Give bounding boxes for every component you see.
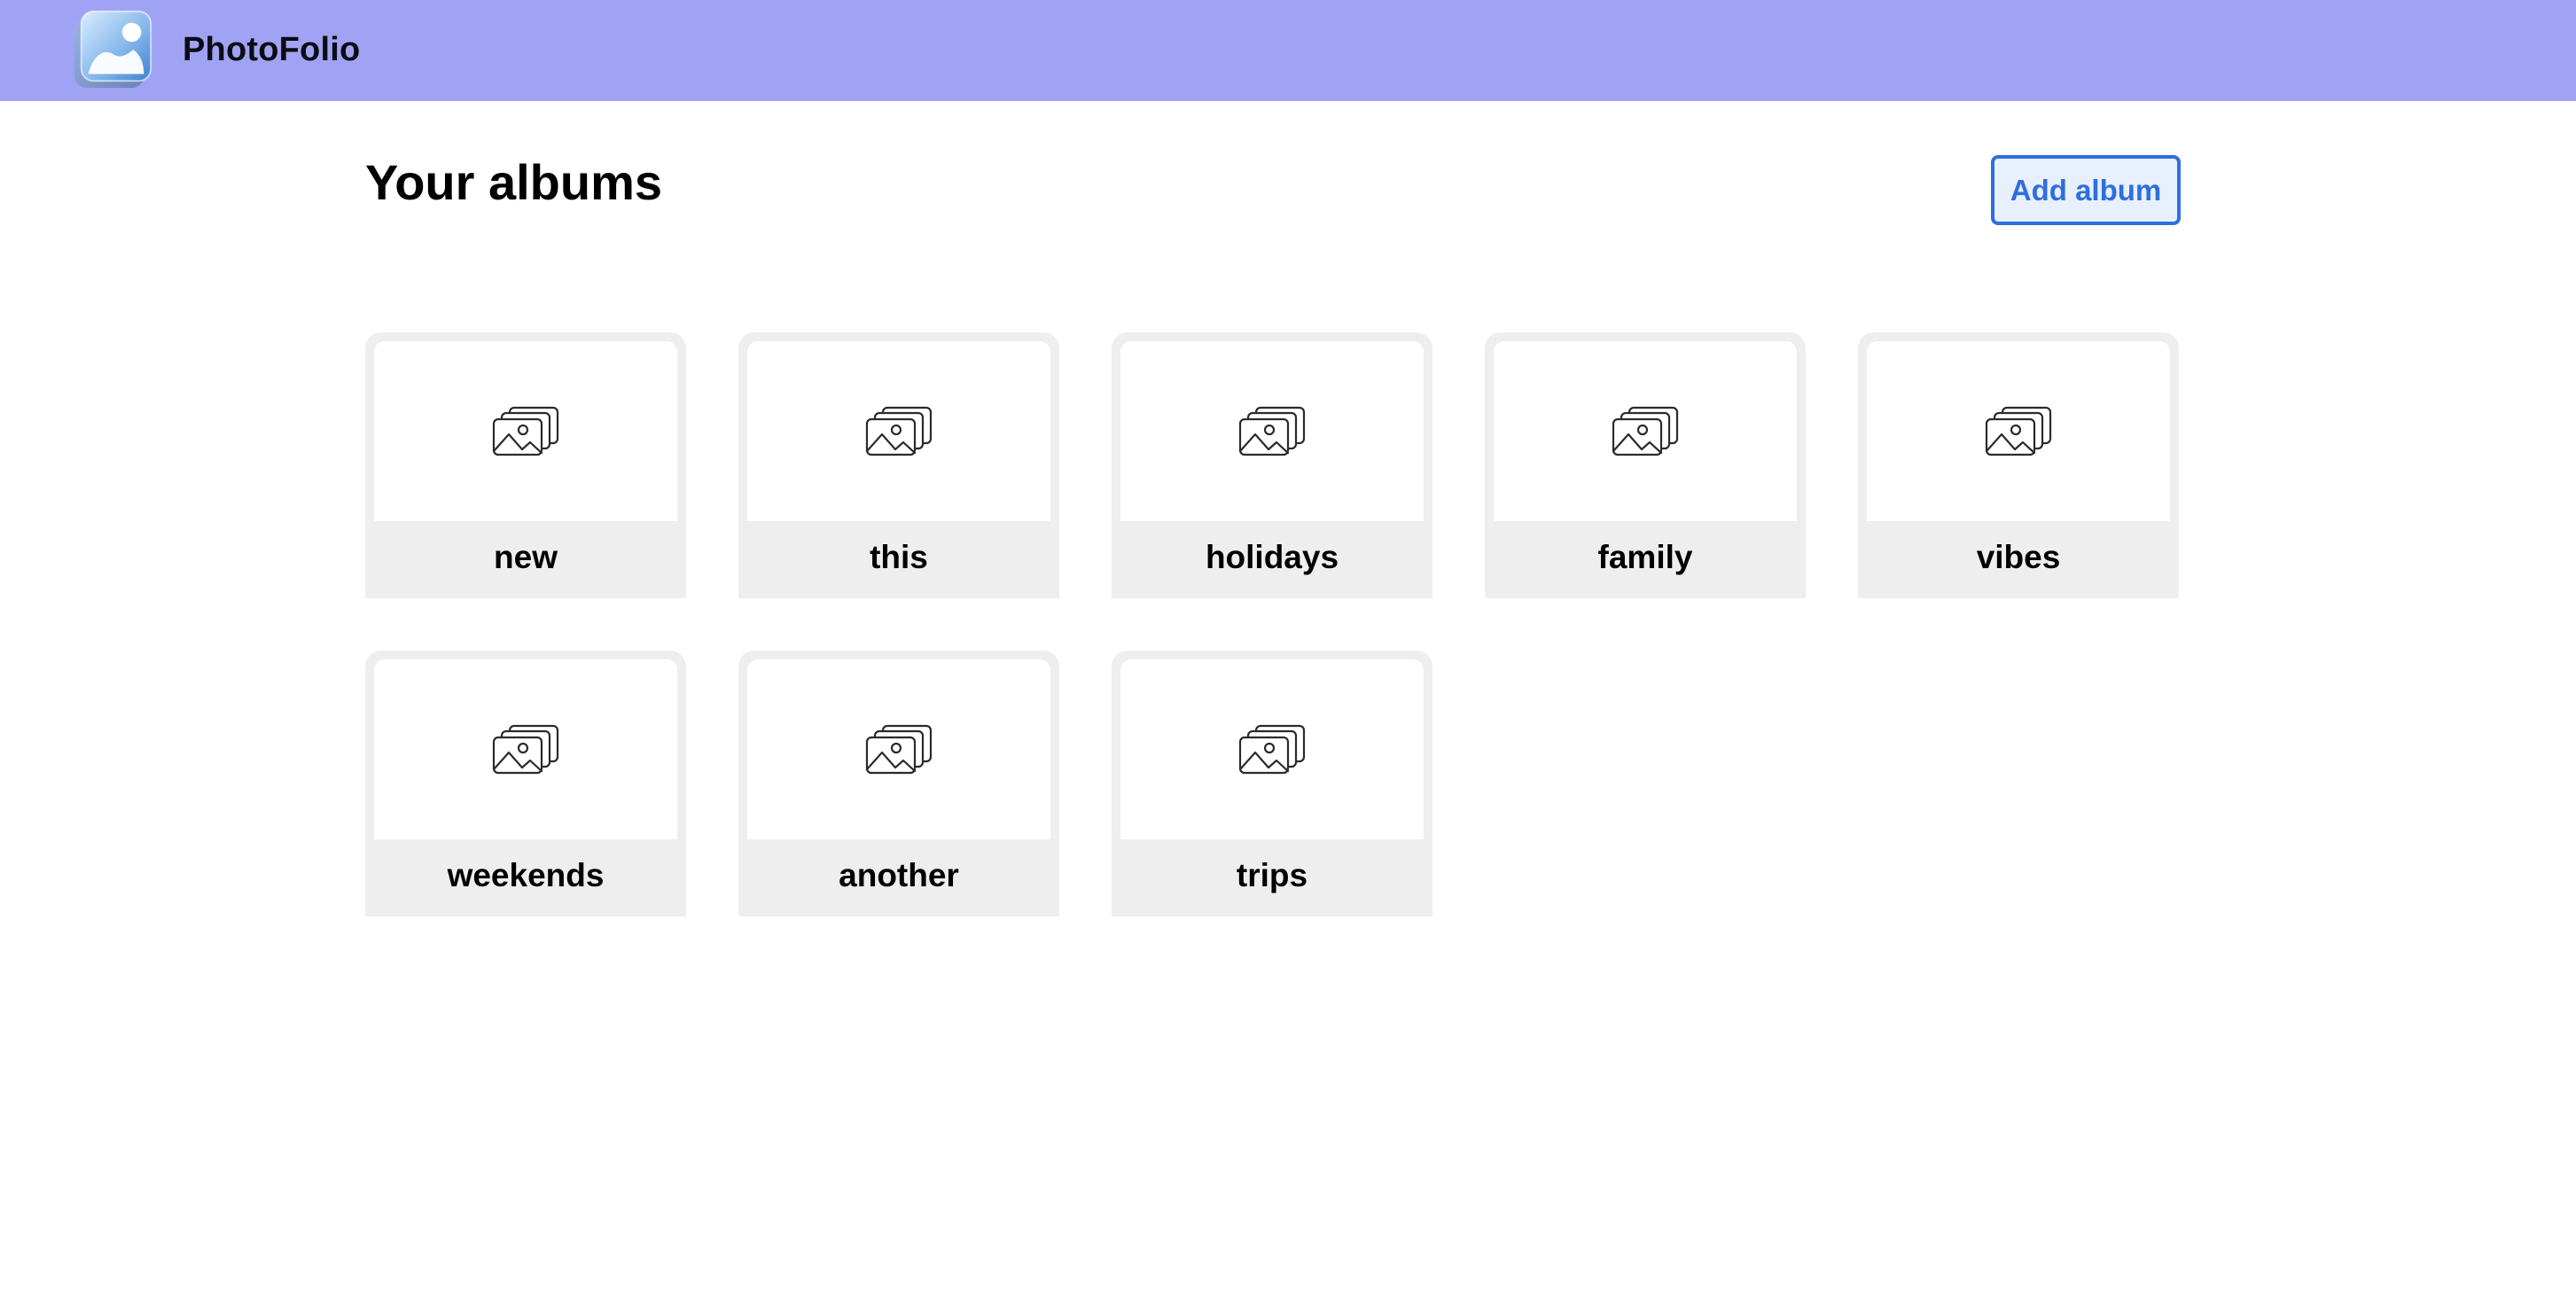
images-icon [492,724,559,774]
album-card-family[interactable]: family [1485,332,1806,598]
images-icon [1612,406,1679,456]
add-album-button[interactable]: Add album [1991,155,2181,225]
images-icon [865,406,933,456]
album-name: another [839,856,959,893]
album-grid: new this holidays family vibes weekends … [365,332,2182,916]
album-thumbnail [1120,659,1424,839]
images-icon [865,724,933,774]
album-name: holidays [1205,538,1339,575]
album-card-trips[interactable]: trips [1112,651,1432,916]
album-card-another[interactable]: another [738,651,1059,916]
images-icon [492,406,559,456]
album-name: new [494,538,558,575]
album-card-new[interactable]: new [365,332,686,598]
album-card-holidays[interactable]: holidays [1112,332,1432,598]
album-thumbnail [747,659,1050,839]
navbar: PhotoFolio [0,0,2576,101]
brand-home-link[interactable]: PhotoFolio [69,5,360,94]
photo-stack-icon [74,10,152,89]
album-thumbnail [747,341,1050,521]
album-name: vibes [1976,538,2061,575]
album-name: family [1597,538,1693,575]
app-name: PhotoFolio [183,30,361,68]
page-title: Your albums [365,154,663,210]
album-card-vibes[interactable]: vibes [1858,332,2179,598]
images-icon [1985,406,2052,456]
album-thumbnail [1867,341,2170,521]
images-icon [1238,406,1306,456]
album-name: trips [1236,856,1308,893]
album-thumbnail [1494,341,1797,521]
album-name: weekends [447,856,605,893]
album-thumbnail [374,341,677,521]
images-icon [1238,724,1306,774]
album-thumbnail [374,659,677,839]
album-name: this [870,538,928,575]
album-thumbnail [1120,341,1424,521]
album-card-weekends[interactable]: weekends [365,651,686,916]
album-card-this[interactable]: this [738,332,1059,598]
